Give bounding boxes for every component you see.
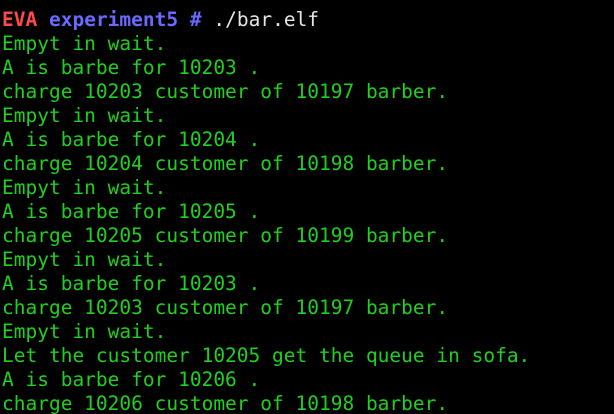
output-line: charge 10203 customer of 10197 barber. (2, 80, 449, 103)
prompt-host: EVA (2, 8, 38, 31)
terminal-window[interactable]: EVA experiment5 # ./bar.elf Empyt in wai… (0, 0, 614, 414)
prompt-directory: experiment5 (48, 8, 179, 31)
output-line: charge 10205 customer of 10199 barber. (2, 224, 449, 247)
output-line: Empyt in wait. (2, 320, 167, 343)
output-line: Empyt in wait. (2, 176, 167, 199)
output-line: Empyt in wait. (2, 104, 167, 127)
output-line: A is barbe for 10205 . (2, 200, 261, 223)
prompt-symbol: # (189, 8, 202, 31)
output-line: Empyt in wait. (2, 248, 167, 271)
output-line: charge 10203 customer of 10197 barber. (2, 296, 449, 319)
output-line: charge 10206 customer of 10198 barber. (2, 392, 449, 414)
prompt-command: ./bar.elf (213, 8, 320, 31)
output-line: charge 10204 customer of 10198 barber. (2, 152, 449, 175)
output-line: Empyt in wait. (2, 32, 167, 55)
output-line: A is barbe for 10206 . (2, 368, 261, 391)
output-line: A is barbe for 10203 . (2, 272, 261, 295)
prompt-line: EVA experiment5 # ./bar.elf (2, 8, 319, 32)
output-line: A is barbe for 10203 . (2, 56, 261, 79)
output-line: A is barbe for 10204 . (2, 128, 261, 151)
output-line: Let the customer 10205 get the queue in … (2, 344, 531, 367)
